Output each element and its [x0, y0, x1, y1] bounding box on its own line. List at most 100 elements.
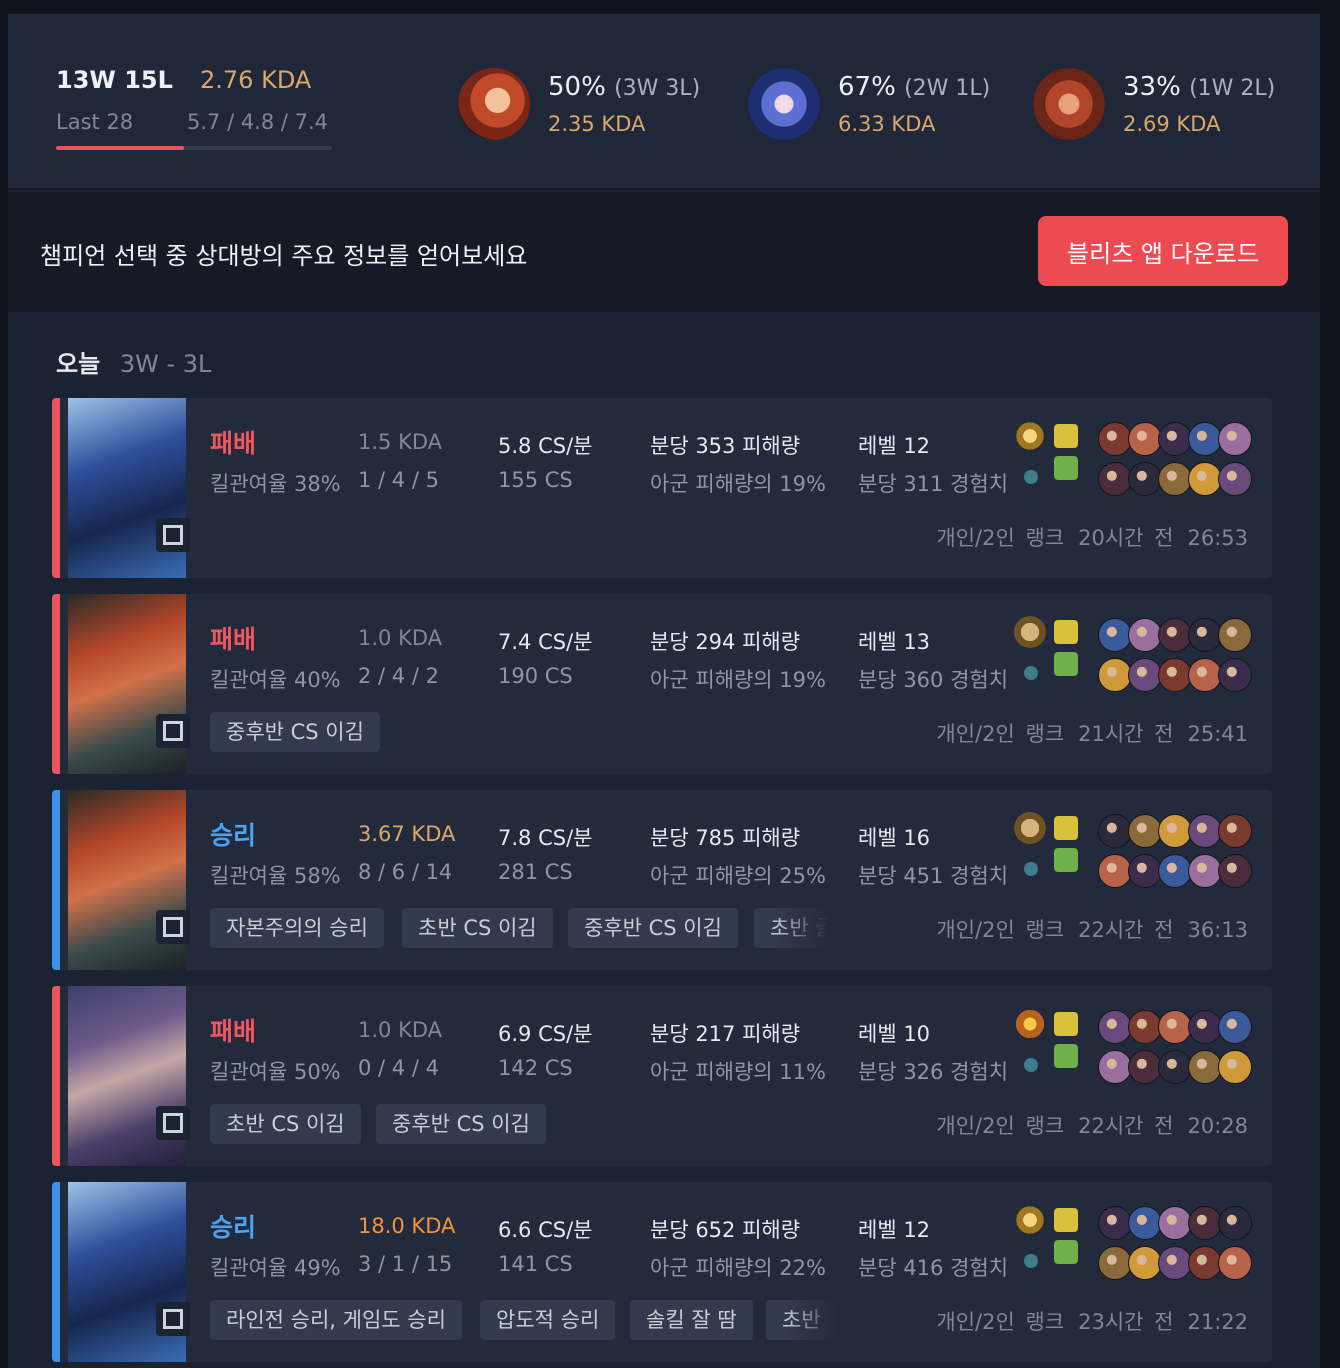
damage-share: 아군 피해량의 25%: [650, 864, 826, 888]
match-history-panel: 13W 15L 2.76 KDA Last 28 5.7 / 4.8 / 7.4…: [8, 14, 1320, 1368]
participant-icon[interactable]: [1098, 1206, 1132, 1240]
participant-icon[interactable]: [1158, 422, 1192, 456]
damage-share: 아군 피해량의 19%: [650, 668, 826, 692]
participant-icon[interactable]: [1128, 1246, 1162, 1280]
keystone-rune-icon: [1014, 616, 1046, 648]
participant-icon[interactable]: [1098, 1246, 1132, 1280]
participant-icon[interactable]: [1188, 462, 1222, 496]
match-tag: 라인전 승리, 게임도 승리: [210, 1300, 462, 1340]
heal-spell-icon: [1054, 1240, 1078, 1264]
participant-icon[interactable]: [1098, 658, 1132, 692]
role-icon: [156, 714, 190, 748]
participant-icon[interactable]: [1218, 618, 1252, 652]
match-meta: 개인/2인 랭크 21시간 전 25:41: [922, 718, 1248, 748]
participant-icon[interactable]: [1188, 422, 1222, 456]
champion-level: 레벨 10: [858, 1022, 931, 1046]
participant-icon[interactable]: [1158, 854, 1192, 888]
keystone-rune-icon: [1014, 1008, 1046, 1040]
participant-icon[interactable]: [1188, 1246, 1222, 1280]
participant-icon[interactable]: [1098, 854, 1132, 888]
participant-icon[interactable]: [1188, 854, 1222, 888]
time-ago: 23시간 전: [1078, 1310, 1174, 1334]
match-result: 패배: [210, 625, 257, 654]
participant-icon[interactable]: [1098, 422, 1132, 456]
role-icon: [156, 1106, 190, 1140]
participant-icon[interactable]: [1128, 854, 1162, 888]
kill-participation: 킬관여율 38%: [210, 472, 341, 496]
match-row[interactable]: 승리 킬관여율 49% 18.0 KDA 3 / 1 / 15 6.6 CS/분 141 …: [52, 1182, 1272, 1362]
overall-kda: 2.76 KDA: [200, 66, 312, 94]
heal-spell-icon: [1054, 848, 1078, 872]
match-kda: 3.67 KDA: [358, 822, 456, 846]
participant-icon[interactable]: [1218, 422, 1252, 456]
match-kda-line: 8 / 6 / 14: [358, 860, 453, 884]
participant-icon[interactable]: [1158, 462, 1192, 496]
participant-icon[interactable]: [1098, 462, 1132, 496]
result-stripe: [52, 398, 60, 578]
match-result: 승리: [210, 821, 257, 850]
keystone-rune-icon: [1014, 420, 1046, 452]
participant-icon[interactable]: [1188, 1206, 1222, 1240]
participant-icon[interactable]: [1218, 854, 1252, 888]
participant-icon[interactable]: [1128, 1050, 1162, 1084]
champion-wl: (2W 1L): [904, 76, 991, 101]
tag-overflow-fade: [774, 902, 864, 958]
winrate-bar: [56, 146, 332, 150]
match-row[interactable]: 패배 킬관여율 40% 1.0 KDA 2 / 4 / 2 7.4 CS/분 190 CS…: [52, 594, 1272, 774]
participant-icon[interactable]: [1158, 1050, 1192, 1084]
participant-icon[interactable]: [1128, 1010, 1162, 1044]
participant-icon[interactable]: [1158, 1206, 1192, 1240]
secondary-rune-icon: [1024, 1058, 1038, 1072]
flash-spell-icon: [1054, 424, 1078, 448]
participant-icon[interactable]: [1098, 618, 1132, 652]
champion-kda: 6.33 KDA: [838, 112, 936, 136]
participant-icon[interactable]: [1158, 1246, 1192, 1280]
participant-icon[interactable]: [1128, 422, 1162, 456]
match-duration: 25:41: [1187, 722, 1248, 746]
participant-icon[interactable]: [1218, 814, 1252, 848]
match-meta: 개인/2인 랭크 22시간 전 36:13: [922, 914, 1248, 944]
match-result: 패배: [210, 429, 257, 458]
participant-icon[interactable]: [1218, 658, 1252, 692]
secondary-rune-icon: [1024, 1254, 1038, 1268]
match-row[interactable]: 승리 킬관여율 58% 3.67 KDA 8 / 6 / 14 7.8 CS/분 281 …: [52, 790, 1272, 970]
participant-icon[interactable]: [1158, 658, 1192, 692]
match-duration: 20:28: [1187, 1114, 1248, 1138]
participant-icon[interactable]: [1218, 1050, 1252, 1084]
match-row[interactable]: 패배 킬관여율 38% 1.5 KDA 1 / 4 / 5 5.8 CS/분 155 CS…: [52, 398, 1272, 578]
champion-wl: (1W 2L): [1189, 76, 1276, 101]
participant-icon[interactable]: [1158, 814, 1192, 848]
participant-icon[interactable]: [1128, 618, 1162, 652]
download-app-button[interactable]: 블리츠 앱 다운로드: [1038, 216, 1288, 286]
participant-icon[interactable]: [1218, 1206, 1252, 1240]
day-label: 오늘: [56, 350, 101, 378]
participant-icon[interactable]: [1188, 658, 1222, 692]
cs-per-min: 7.8 CS/분: [498, 826, 593, 850]
heal-spell-icon: [1054, 652, 1078, 676]
participant-icon[interactable]: [1218, 1010, 1252, 1044]
participant-icon[interactable]: [1188, 1010, 1222, 1044]
match-meta: 개인/2인 랭크 22시간 전 20:28: [922, 1110, 1248, 1140]
participant-icon[interactable]: [1158, 1010, 1192, 1044]
flash-spell-icon: [1054, 816, 1078, 840]
participant-icon[interactable]: [1128, 814, 1162, 848]
participant-icon[interactable]: [1218, 1246, 1252, 1280]
participant-icon[interactable]: [1188, 618, 1222, 652]
match-row[interactable]: 패배 킬관여율 50% 1.0 KDA 0 / 4 / 4 6.9 CS/분 142 CS…: [52, 986, 1272, 1166]
participant-icon[interactable]: [1218, 462, 1252, 496]
participant-icon[interactable]: [1128, 462, 1162, 496]
participant-icon[interactable]: [1098, 814, 1132, 848]
participant-icon[interactable]: [1098, 1050, 1132, 1084]
cs-total: 155 CS: [498, 468, 573, 492]
participant-icon[interactable]: [1188, 1050, 1222, 1084]
match-kda-line: 0 / 4 / 4: [358, 1056, 439, 1080]
match-tag: 중후반 CS 이김: [210, 712, 380, 752]
kda-breakdown: 5.7 / 4.8 / 7.4: [187, 110, 329, 134]
participant-icon[interactable]: [1158, 618, 1192, 652]
result-stripe: [52, 986, 60, 1166]
match-kda: 18.0 KDA: [358, 1214, 456, 1238]
participant-icon[interactable]: [1188, 814, 1222, 848]
participant-icon[interactable]: [1128, 1206, 1162, 1240]
participant-icon[interactable]: [1128, 658, 1162, 692]
participant-icon[interactable]: [1098, 1010, 1132, 1044]
